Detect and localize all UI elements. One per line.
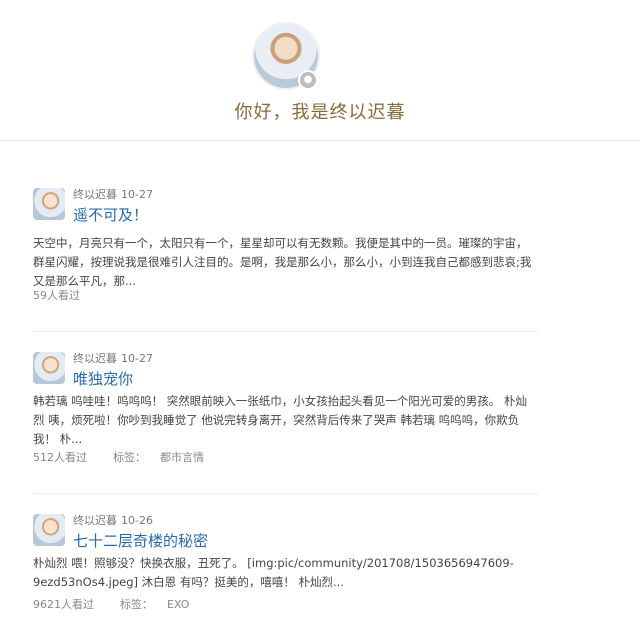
post-footer: 9621人看过 标签： EXO [33, 596, 189, 612]
post-title[interactable]: 遥不可及！ [73, 204, 148, 225]
post-excerpt[interactable]: 朴灿烈 喂！照够没？快换衣服，丑死了。 [img:pic/community/2… [33, 554, 538, 592]
post-date: 10-27 [121, 188, 153, 201]
tag-link[interactable]: 都市言情 [160, 451, 204, 464]
author-avatar[interactable] [33, 188, 65, 220]
post-item[interactable]: 终以迟暮 10-26 七十二层奇楼的秘密 朴灿烈 喂！照够没？快换衣服，丑死了。 … [33, 514, 538, 629]
post-title[interactable]: 七十二层奇楼的秘密 [73, 530, 208, 551]
author-name[interactable]: 终以迟暮 [73, 514, 117, 527]
divider [33, 331, 538, 332]
post-item[interactable]: 终以迟暮 10-27 唯独宠你 韩若璃 呜哇哇！呜呜呜！ 突然眼前映入一张纸巾，小… [33, 352, 538, 472]
post-title[interactable]: 唯独宠你 [73, 368, 133, 389]
post-date: 10-26 [121, 514, 153, 527]
post-footer: 512人看过 标签： 都市言情 [33, 449, 204, 465]
profile-greeting: 你好，我是终以迟暮 [234, 102, 406, 123]
author-name[interactable]: 终以迟暮 [73, 188, 117, 201]
author-avatar[interactable] [33, 514, 65, 546]
post-date: 10-27 [121, 352, 153, 365]
post-meta: 终以迟暮 10-26 [73, 512, 153, 528]
view-count: 59人看过 [33, 289, 80, 302]
tag-label: 标签： [113, 451, 146, 464]
post-excerpt[interactable]: 天空中，月亮只有一个，太阳只有一个，星星却可以有无数颗。我便是其中的一员。璀璨的… [33, 234, 538, 291]
tag-link[interactable]: EXO [167, 598, 189, 611]
view-count: 9621人看过 [33, 598, 94, 611]
post-footer: 59人看过 [33, 287, 80, 303]
post-excerpt[interactable]: 韩若璃 呜哇哇！呜呜呜！ 突然眼前映入一张纸巾，小女孩抬起头看见一个阳光可爱的男… [33, 392, 538, 449]
view-count: 512人看过 [33, 451, 87, 464]
camera-icon[interactable]: ● [298, 70, 318, 90]
author-avatar[interactable] [33, 352, 65, 384]
divider [33, 493, 538, 494]
post-meta: 终以迟暮 10-27 [73, 186, 153, 202]
tag-label: 标签： [120, 598, 153, 611]
profile-header: ● 你好，我是终以迟暮 [0, 0, 640, 141]
post-meta: 终以迟暮 10-27 [73, 350, 153, 366]
author-name[interactable]: 终以迟暮 [73, 352, 117, 365]
post-item[interactable]: 终以迟暮 10-27 遥不可及！ 天空中，月亮只有一个，太阳只有一个，星星却可以有… [33, 188, 538, 308]
